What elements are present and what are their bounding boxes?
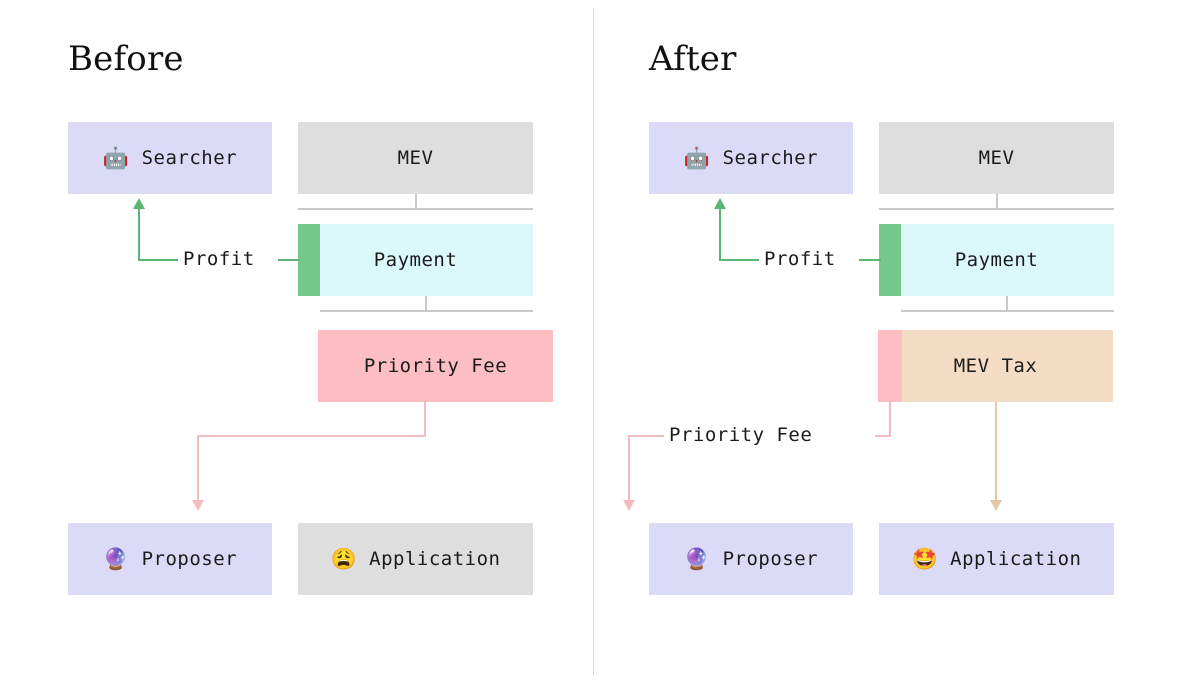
fee-arrowhead-after [623, 500, 635, 511]
priority-fee-label: Priority Fee [363, 355, 508, 377]
panel-title-after: After [649, 39, 737, 79]
searcher-box-before: 🤖 Searcher [68, 122, 272, 194]
star-struck-emoji: 🤩 [911, 546, 939, 571]
application-label: Application [950, 548, 1082, 570]
bracket-bottom-stem-before [425, 296, 427, 311]
robot-emoji: 🤖 [683, 145, 711, 170]
fee-line-h-before [197, 435, 426, 437]
profit-arrowhead-after [714, 198, 726, 209]
mev-box-after: MEV [879, 122, 1114, 194]
crystal-ball-emoji: 🔮 [683, 546, 711, 571]
proposer-label: Proposer [722, 548, 819, 570]
profit-label-before: Profit [183, 248, 255, 270]
payment-label: Payment [954, 249, 1039, 271]
proposer-box-before: 🔮 Proposer [68, 523, 272, 595]
searcher-label: Searcher [722, 147, 819, 169]
panel-after: After 🤖 Searcher MEV Payment Profit MEV … [581, 0, 1141, 685]
diagram-canvas: Before 🤖 Searcher MEV Payment Profit Pri… [0, 0, 1185, 685]
robot-emoji: 🤖 [102, 145, 130, 170]
application-box-after: 🤩 Application [879, 523, 1114, 595]
fee-line-h-right-after [875, 435, 891, 437]
priority-fee-flow-label-after: Priority Fee [669, 424, 813, 446]
mev-box-before: MEV [298, 122, 533, 194]
fee-line-v2-before [197, 435, 199, 501]
crystal-ball-emoji: 🔮 [102, 546, 130, 571]
profit-sliver-after [879, 224, 901, 296]
payment-box-before: Payment [298, 224, 533, 296]
fee-line-v-after [628, 435, 630, 501]
mev-label: MEV [397, 147, 434, 169]
profit-line-h-left-after [719, 259, 759, 261]
profit-line-v-before [138, 208, 140, 260]
searcher-label: Searcher [141, 147, 238, 169]
bracket-bottom-stem-after [1006, 296, 1008, 311]
fee-arrowhead-before [192, 500, 204, 511]
mev-tax-box-after: MEV Tax [878, 330, 1113, 402]
mev-tax-line-v-after [995, 402, 997, 501]
weary-face-emoji: 😩 [330, 546, 358, 571]
mev-label: MEV [978, 147, 1015, 169]
profit-line-h-right-after [859, 259, 881, 261]
application-label: Application [369, 548, 501, 570]
proposer-label: Proposer [141, 548, 238, 570]
application-box-before: 😩 Application [298, 523, 533, 595]
bracket-top-stem-after [996, 194, 998, 209]
profit-label-after: Profit [764, 248, 836, 270]
priority-fee-box-before: Priority Fee [318, 330, 553, 402]
panel-title-before: Before [68, 39, 184, 79]
proposer-box-after: 🔮 Proposer [649, 523, 853, 595]
fee-line-v1-before [424, 402, 426, 437]
fee-line-h-left-after [628, 435, 664, 437]
profit-line-h-right-before [278, 259, 300, 261]
profit-sliver-before [298, 224, 320, 296]
profit-line-h-left-before [138, 259, 178, 261]
panel-before: Before 🤖 Searcher MEV Payment Profit Pri… [0, 0, 560, 685]
mev-tax-arrowhead-after [990, 500, 1002, 511]
mev-tax-label: MEV Tax [953, 355, 1038, 377]
profit-arrowhead-before [133, 198, 145, 209]
bracket-top-stem-before [415, 194, 417, 209]
priority-fee-sliver-after [878, 330, 902, 402]
payment-label: Payment [373, 249, 458, 271]
searcher-box-after: 🤖 Searcher [649, 122, 853, 194]
profit-line-v-after [719, 208, 721, 260]
fee-line-v-stub-after [889, 402, 891, 435]
payment-box-after: Payment [879, 224, 1114, 296]
